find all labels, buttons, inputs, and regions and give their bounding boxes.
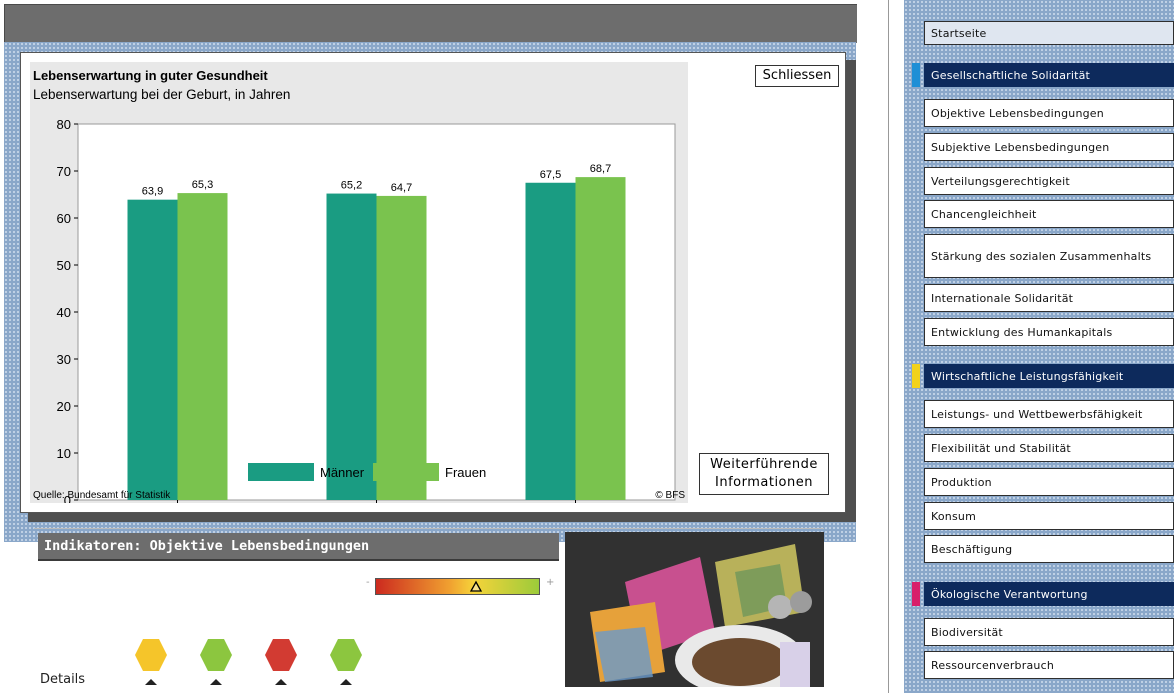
top-bar <box>4 4 857 43</box>
chart-area: Lebenserwartung in guter Gesundheit Lebe… <box>30 62 688 503</box>
sidebar-item[interactable]: Flexibilität und Stabilität <box>924 434 1174 462</box>
y-tick-label: 30 <box>57 352 71 367</box>
scale-minus-label: - <box>366 577 370 588</box>
bar-chart: Lebenserwartung in guter Gesundheit Lebe… <box>33 68 685 503</box>
sidebar-item[interactable]: Internationale Solidarität <box>924 284 1174 312</box>
y-tick-label: 60 <box>57 211 71 226</box>
y-tick-label: 50 <box>57 258 71 273</box>
more-info-button[interactable]: Weiterführende Informationen <box>699 453 829 495</box>
sidebar-item-label: Chancengleichheit <box>931 207 1037 221</box>
banknotes-photo <box>565 532 824 687</box>
sidebar-item-label: Objektive Lebensbedingungen <box>931 106 1104 120</box>
rating-scale-bar <box>375 578 540 595</box>
legend-swatch <box>248 463 314 481</box>
sidebar-item[interactable]: Startseite <box>924 21 1174 45</box>
sidebar-item-label: Biodiversität <box>931 625 1003 639</box>
category-color-marker <box>912 63 920 87</box>
sidebar-item[interactable]: Produktion <box>924 468 1174 496</box>
y-tick-label: 70 <box>57 164 71 179</box>
bar <box>326 193 377 500</box>
legend-label: Frauen <box>445 465 486 480</box>
sidebar-item-label: Produktion <box>931 475 992 489</box>
sidebar-item-label: Gesellschaftliche Solidarität <box>931 68 1091 82</box>
bar-value-label: 65,3 <box>192 179 213 191</box>
scale-marker-icon <box>469 580 483 592</box>
sidebar-item[interactable]: Chancengleichheit <box>924 200 1174 228</box>
divider <box>34 528 824 529</box>
bar <box>127 199 178 501</box>
y-tick-label: 10 <box>57 446 71 461</box>
chart-source: Quelle: Bundesamt für Statistik <box>33 490 171 501</box>
sidebar-item-label: Verteilungsgerechtigkeit <box>931 174 1070 188</box>
details-arrow-icon[interactable] <box>340 679 352 685</box>
more-info-line2: Informationen <box>715 475 813 490</box>
sidebar-item[interactable]: Gesellschaftliche Solidarität <box>924 63 1174 87</box>
bars: 63,9 65,3 65,2 64,7 67,5 68,7 <box>127 163 626 501</box>
scale-plus-label: + <box>546 577 555 588</box>
chart-title: Lebenserwartung in guter Gesundheit <box>33 68 268 83</box>
details-arrow-icon[interactable] <box>145 679 157 685</box>
sidebar-item-label: Ressourcenverbrauch <box>931 658 1054 672</box>
y-tick-label: 80 <box>57 117 71 132</box>
bar <box>575 177 626 501</box>
indicators-header: Indikatoren: Objektive Lebensbedingungen <box>38 533 559 561</box>
details-label: Details <box>40 672 86 687</box>
sidebar-item[interactable]: Entwicklung des Humankapitals <box>924 318 1174 346</box>
sidebar-item-label: Flexibilität und Stabilität <box>931 441 1071 455</box>
y-tick-label: 40 <box>57 305 71 320</box>
sidebar-item-label: Konsum <box>931 509 976 523</box>
sidebar-item[interactable]: Ökologische Verantwortung <box>924 582 1174 606</box>
y-axis: 01020304050607080 <box>57 117 78 503</box>
chart-subtitle: Lebenserwartung bei der Geburt, in Jahre… <box>33 87 290 102</box>
legend-swatch <box>373 463 439 481</box>
bar <box>376 195 427 500</box>
bar-value-label: 67,5 <box>540 169 561 181</box>
chart-copyright: © BFS <box>655 490 685 501</box>
sidebar-item[interactable]: Subjektive Lebensbedingungen <box>924 133 1174 161</box>
y-tick-label: 20 <box>57 399 71 414</box>
sidebar-item-label: Entwicklung des Humankapitals <box>931 325 1113 339</box>
sidebar-item-label: Ökologische Verantwortung <box>931 587 1088 601</box>
indicator-hexagon-3[interactable] <box>264 638 298 672</box>
bar-value-label: 65,2 <box>341 180 362 192</box>
indicator-hexagon-4[interactable] <box>329 638 363 672</box>
sidebar-item[interactable]: Objektive Lebensbedingungen <box>924 99 1174 127</box>
sidebar-item-label: Startseite <box>931 26 987 40</box>
sidebar-item[interactable]: Wirtschaftliche Leistungsfähigkeit <box>924 364 1174 388</box>
category-color-marker <box>912 364 920 388</box>
sidebar-item[interactable]: Biodiversität <box>924 618 1174 646</box>
bar-value-label: 63,9 <box>142 186 163 198</box>
sidebar-item-label: Leistungs- und Wettbewerbsfähigkeit <box>931 407 1143 421</box>
sidebar-item[interactable]: Leistungs- und Wettbewerbsfähigkeit <box>924 400 1174 428</box>
indicator-hexagon-2[interactable] <box>199 638 233 672</box>
sidebar-item-label: Subjektive Lebensbedingungen <box>931 140 1110 154</box>
category-color-marker <box>912 582 920 606</box>
bar <box>525 182 576 500</box>
details-arrow-icon[interactable] <box>210 679 222 685</box>
indicator-hexagon-1[interactable] <box>134 638 168 672</box>
sidebar-item[interactable]: Beschäftigung <box>924 535 1174 563</box>
close-button[interactable]: Schliessen <box>755 65 839 87</box>
sidebar-item[interactable]: Konsum <box>924 502 1174 530</box>
sidebar-item[interactable]: Ressourcenverbrauch <box>924 651 1174 679</box>
sidebar-item-label: Beschäftigung <box>931 542 1013 556</box>
more-info-line1: Weiterführende <box>710 457 818 472</box>
details-arrow-icon[interactable] <box>275 679 287 685</box>
chart-popup: Lebenserwartung in guter Gesundheit Lebe… <box>20 52 846 513</box>
sidebar-item-label: Stärkung des sozialen Zusammenhalts <box>931 249 1152 263</box>
sidebar-item[interactable]: Stärkung des sozialen Zusammenhalts <box>924 234 1174 278</box>
bar <box>177 193 228 500</box>
sidebar-item[interactable]: Verteilungsgerechtigkeit <box>924 167 1174 195</box>
sidebar-item-label: Internationale Solidarität <box>931 291 1074 305</box>
legend-label: Männer <box>320 465 365 480</box>
bar-value-label: 64,7 <box>391 182 412 194</box>
sidebar-item-label: Wirtschaftliche Leistungsfähigkeit <box>931 369 1124 383</box>
bar-value-label: 68,7 <box>590 163 611 175</box>
